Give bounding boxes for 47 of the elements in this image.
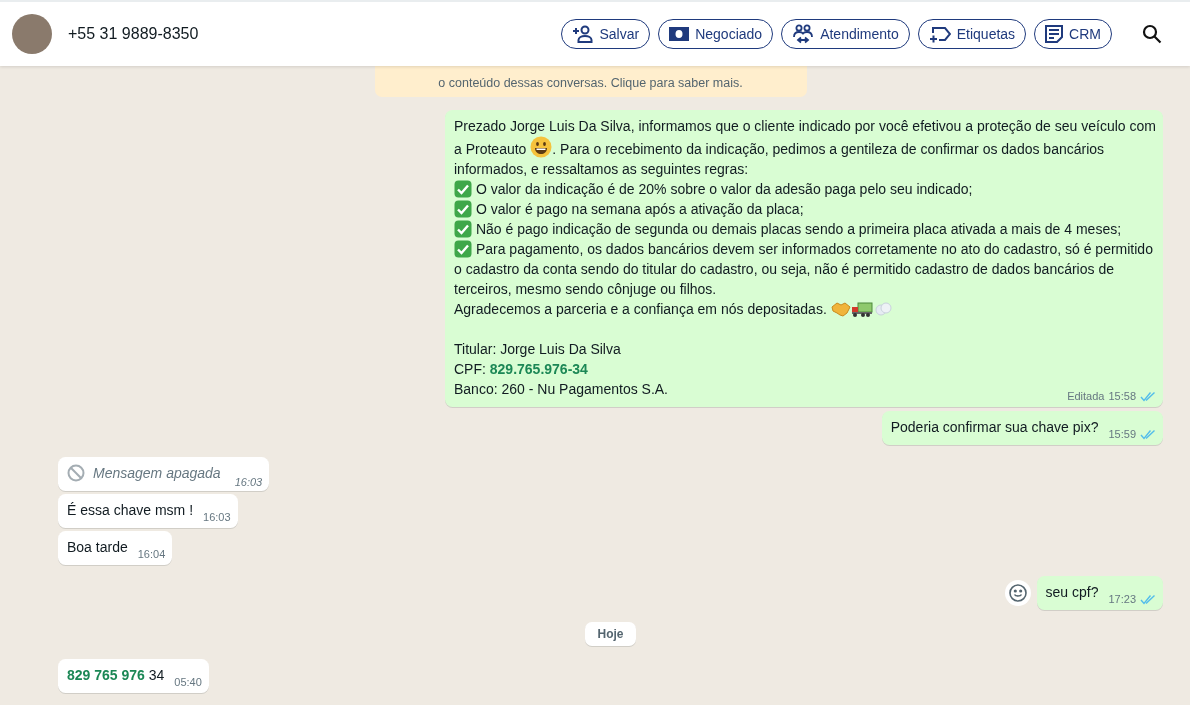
message-time: 17:23 — [1108, 592, 1136, 606]
check-emoji-icon — [454, 240, 472, 258]
encryption-notice[interactable]: o conteúdo dessas conversas. Clique para saber mais. — [374, 66, 807, 97]
message-time: 15:59 — [1108, 427, 1136, 441]
message-text: É essa chave msm ! — [67, 501, 194, 520]
check-emoji-icon — [454, 180, 472, 198]
message-text: CPF: 829.765.976-34 — [454, 360, 589, 379]
message-text: O valor da indicação é de 20% sobre o valor da adesão paga pelo seu indicado; — [454, 179, 1156, 199]
add-person-icon — [571, 25, 594, 43]
smiley-icon — [1008, 584, 1027, 602]
edited-label: Editada — [1067, 389, 1105, 403]
check-emoji-icon — [454, 200, 472, 218]
check-emoji-icon — [454, 220, 472, 238]
deleted-message-text: Mensagem apagada — [93, 464, 221, 483]
message-text: seu cpf? — [1045, 583, 1099, 602]
message-text: Banco: 260 - Nu Pagamentos S.A. — [454, 380, 669, 399]
contact-avatar[interactable] — [12, 14, 52, 54]
save-button[interactable]: Salvar — [560, 19, 651, 49]
message-time: 16:03 — [203, 510, 231, 524]
banknote-icon — [669, 27, 690, 41]
message-text: Boa tarde — [67, 538, 128, 557]
message-text: O valor é pago na semana após a ativação da placa; — [454, 199, 1156, 219]
deal-button[interactable]: Negociado — [658, 19, 774, 49]
add-label-icon — [928, 25, 951, 43]
smiley-emoji-icon — [530, 136, 553, 158]
message-time: 16:04 — [137, 547, 166, 561]
note-icon — [1045, 25, 1064, 43]
message-text: Não é pago indicação de segunda ou demais placas sendo a primeira placa ativada a mais de 4 meses; — [454, 219, 1156, 239]
message-time: 15:58 — [1108, 389, 1136, 403]
service-button[interactable]: Atendimento — [781, 19, 910, 49]
message-text: 829 765 976 34 — [67, 666, 165, 685]
message-time: 05:40 — [174, 675, 202, 689]
contact-name: +55 31 9889-8350 — [68, 25, 199, 43]
emoji-reaction-button[interactable] — [1004, 580, 1031, 606]
message-text: Titular: Jorge Luis Da Silva — [454, 340, 622, 359]
search-icon — [1142, 24, 1162, 44]
blocked-icon — [67, 464, 85, 482]
message-text: Para pagamento, os dados bancários devem ser informados corretamente no ato do cadastro, só é permitido o cadastro da conta sendo do titular do cadastro, ou seja, não é permitido cadastro de dados bancários de terceiros, mesmo sendo cônjuge ou filhos. — [454, 239, 1154, 299]
message-text: Prezado Jorge Luis Da Silva, informamos que o cliente indicado por você efetivou a proteção de seu veículo com a Proteauto . Para o recebimento da indicação, pedimos a gentileza de confirmar os dados bancários informados, e ressaltamos as seguintes regras: — [454, 117, 1156, 179]
truck-emoji-icon — [850, 300, 873, 318]
date-divider: Hoje — [585, 622, 636, 646]
message-text: Agradecemos a parceria e a confiança em nós depositadas. — [454, 299, 1156, 319]
people-icon — [792, 24, 815, 44]
labels-button[interactable]: Etiquetas — [917, 19, 1027, 49]
crm-button[interactable]: CRM — [1034, 19, 1112, 49]
message-text: Poderia confirmar sua chave pix? — [890, 418, 1099, 437]
message-time: 16:03 — [234, 475, 263, 489]
